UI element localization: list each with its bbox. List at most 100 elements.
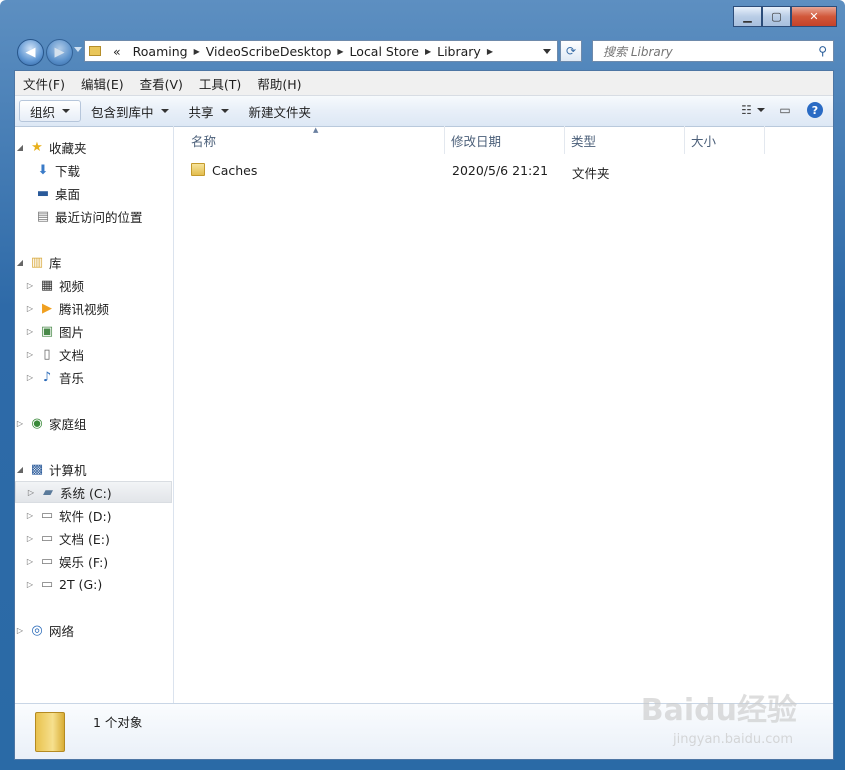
collapsed-icon[interactable]: ▷ bbox=[26, 488, 36, 497]
sidebar-item-downloads[interactable]: ⬇ 下载 bbox=[15, 159, 188, 181]
sidebar-label: 家庭组 bbox=[49, 416, 87, 432]
column-label: 类型 bbox=[571, 133, 597, 149]
sidebar-item-desktop[interactable]: ▬ 桌面 bbox=[15, 182, 188, 204]
picture-icon: ▣ bbox=[40, 323, 54, 339]
sidebar-item-documents[interactable]: ▷ ▯ 文档 bbox=[15, 343, 182, 365]
sidebar-item-drive-g[interactable]: ▷ ▭ 2T (G:) bbox=[15, 573, 182, 595]
download-folder-icon: ⬇ bbox=[37, 162, 49, 178]
menu-view[interactable]: 查看(V) bbox=[132, 74, 191, 93]
expanded-icon[interactable]: ◢ bbox=[15, 465, 25, 474]
breadcrumb-overflow[interactable]: « bbox=[107, 44, 127, 59]
menu-tools[interactable]: 工具(T) bbox=[191, 74, 249, 93]
sidebar-label: 桌面 bbox=[55, 186, 81, 202]
expanded-icon[interactable]: ◢ bbox=[15, 258, 25, 267]
chevron-down-icon bbox=[220, 109, 229, 113]
sidebar-label: 收藏夹 bbox=[49, 140, 87, 156]
sidebar-homegroup[interactable]: ▷ ◉ 家庭组 bbox=[15, 412, 172, 434]
sidebar-item-recent[interactable]: ▤ 最近访问的位置 bbox=[15, 205, 188, 227]
forward-button[interactable]: ▶ bbox=[46, 39, 73, 66]
address-bar[interactable]: « Roaming ▶ VideoScribeDesktop ▶ Local S… bbox=[84, 40, 558, 62]
collapsed-icon[interactable]: ▷ bbox=[25, 350, 35, 359]
include-in-library-button[interactable]: 包含到库中 bbox=[81, 99, 179, 123]
organize-button[interactable]: 组织 bbox=[19, 100, 82, 122]
star-icon: ★ bbox=[31, 139, 43, 155]
file-type: 文件夹 bbox=[572, 166, 610, 181]
watermark-url: jingyan.baidu.com bbox=[673, 732, 793, 747]
sidebar-label: 娱乐 (F:) bbox=[59, 554, 109, 570]
navigation-pane: ◢ ★ 收藏夹 ⬇ 下载 ▬ 桌面 ▤ 最近访问的位置 ◢ ▥ 库 ▷ ▦ 视频 ▷ ▶ 腾讯视频 ▷… bbox=[15, 126, 174, 706]
view-controls: ☷ ▭ ? bbox=[741, 100, 823, 120]
breadcrumb-roaming[interactable]: Roaming bbox=[127, 44, 194, 59]
sidebar-item-drive-e[interactable]: ▷ ▭ 文档 (E:) bbox=[15, 527, 182, 549]
collapsed-icon[interactable]: ▷ bbox=[25, 534, 35, 543]
menu-help[interactable]: 帮助(H) bbox=[249, 74, 309, 93]
collapsed-icon[interactable]: ▷ bbox=[15, 419, 25, 428]
sidebar-item-videos[interactable]: ▷ ▦ 视频 bbox=[15, 274, 182, 296]
maximize-button[interactable]: ▢ bbox=[762, 6, 791, 27]
sidebar-label: 文档 bbox=[59, 347, 85, 363]
folder-icon bbox=[191, 163, 205, 176]
breadcrumb-local-store[interactable]: Local Store bbox=[344, 44, 425, 59]
sidebar-network[interactable]: ▷ ◎ 网络 bbox=[15, 619, 172, 641]
sidebar-libraries[interactable]: ◢ ▥ 库 bbox=[15, 251, 172, 273]
collapsed-icon[interactable]: ▷ bbox=[25, 281, 35, 290]
sidebar-item-pictures[interactable]: ▷ ▣ 图片 bbox=[15, 320, 182, 342]
sidebar-item-drive-d[interactable]: ▷ ▭ 软件 (D:) bbox=[15, 504, 182, 526]
command-bar: 组织 包含到库中 共享 新建文件夹 ☷ ▭ ? bbox=[15, 96, 833, 127]
collapsed-icon[interactable]: ▷ bbox=[25, 327, 35, 336]
help-icon[interactable]: ? bbox=[807, 102, 823, 118]
back-button[interactable]: ◀ bbox=[17, 39, 44, 66]
sidebar-item-drive-c[interactable]: ▷ ▰ 系统 (C:) bbox=[15, 481, 172, 503]
share-button[interactable]: 共享 bbox=[179, 99, 239, 123]
new-folder-button[interactable]: 新建文件夹 bbox=[239, 99, 322, 123]
sidebar-computer[interactable]: ◢ ▩ 计算机 bbox=[15, 458, 172, 480]
column-label: 名称 bbox=[191, 133, 217, 149]
recent-pages-dropdown[interactable] bbox=[74, 47, 82, 52]
sidebar-item-tencent-video[interactable]: ▷ ▶ 腾讯视频 bbox=[15, 297, 182, 319]
drive-icon: ▭ bbox=[40, 507, 54, 523]
new-folder-label: 新建文件夹 bbox=[248, 104, 312, 120]
search-input[interactable] bbox=[601, 42, 815, 62]
sidebar-label: 视频 bbox=[59, 278, 85, 294]
network-icon: ◎ bbox=[31, 622, 43, 638]
sidebar-favorites[interactable]: ◢ ★ 收藏夹 bbox=[15, 136, 172, 158]
collapsed-icon[interactable]: ▷ bbox=[15, 626, 25, 635]
menu-edit[interactable]: 编辑(E) bbox=[73, 74, 132, 93]
address-dropdown-icon[interactable] bbox=[543, 48, 551, 54]
tencent-video-icon: ▶ bbox=[42, 300, 52, 316]
collapsed-icon[interactable]: ▷ bbox=[25, 557, 35, 566]
breadcrumb-library[interactable]: Library bbox=[431, 44, 487, 59]
menu-file[interactable]: 文件(F) bbox=[15, 74, 73, 93]
chevron-right-icon[interactable]: ▶ bbox=[487, 47, 493, 56]
search-box[interactable]: ⚲ bbox=[592, 40, 834, 62]
view-options-icon[interactable]: ☷ bbox=[741, 100, 765, 120]
collapsed-icon[interactable]: ▷ bbox=[25, 511, 35, 520]
refresh-button[interactable]: ⟳ bbox=[560, 40, 582, 62]
collapsed-icon[interactable]: ▷ bbox=[25, 304, 35, 313]
column-date[interactable]: 修改日期 bbox=[445, 126, 565, 154]
column-type[interactable]: 类型 bbox=[565, 126, 685, 154]
sidebar-label: 文档 (E:) bbox=[59, 531, 110, 547]
minimize-button[interactable]: ▁ bbox=[733, 6, 762, 27]
close-button[interactable]: ✕ bbox=[791, 6, 837, 27]
sidebar-item-drive-f[interactable]: ▷ ▭ 娱乐 (F:) bbox=[15, 550, 182, 572]
column-name[interactable]: 名称 bbox=[173, 126, 445, 154]
breadcrumb-videoscribedesktop[interactable]: VideoScribeDesktop bbox=[200, 44, 338, 59]
collapsed-icon[interactable]: ▷ bbox=[25, 373, 35, 382]
column-size[interactable]: 大小 bbox=[685, 126, 765, 154]
drive-icon: ▭ bbox=[40, 576, 54, 592]
search-icon[interactable]: ⚲ bbox=[818, 44, 827, 58]
navigation-bar: ◀ ▶ « Roaming ▶ VideoScribeDesktop ▶ Loc… bbox=[14, 37, 834, 67]
collapsed-icon[interactable]: ▷ bbox=[25, 580, 35, 589]
sidebar-item-music[interactable]: ▷ ♪ 音乐 bbox=[15, 366, 182, 388]
sidebar-label: 系统 (C:) bbox=[60, 485, 112, 501]
preview-pane-icon[interactable]: ▭ bbox=[775, 100, 795, 120]
library-icon: ▥ bbox=[30, 254, 44, 270]
sidebar-label: 音乐 bbox=[59, 370, 85, 386]
expanded-icon[interactable]: ◢ bbox=[15, 143, 25, 152]
file-row[interactable]: Caches 2020/5/6 21:21 文件夹 bbox=[173, 159, 833, 181]
details-pane: 1 个对象 Baidu经验 jingyan.baidu.com bbox=[15, 693, 833, 759]
column-header: ▲ 名称 修改日期 类型 大小 bbox=[173, 126, 833, 154]
include-label: 包含到库中 bbox=[91, 104, 154, 120]
file-name: Caches bbox=[212, 163, 258, 178]
